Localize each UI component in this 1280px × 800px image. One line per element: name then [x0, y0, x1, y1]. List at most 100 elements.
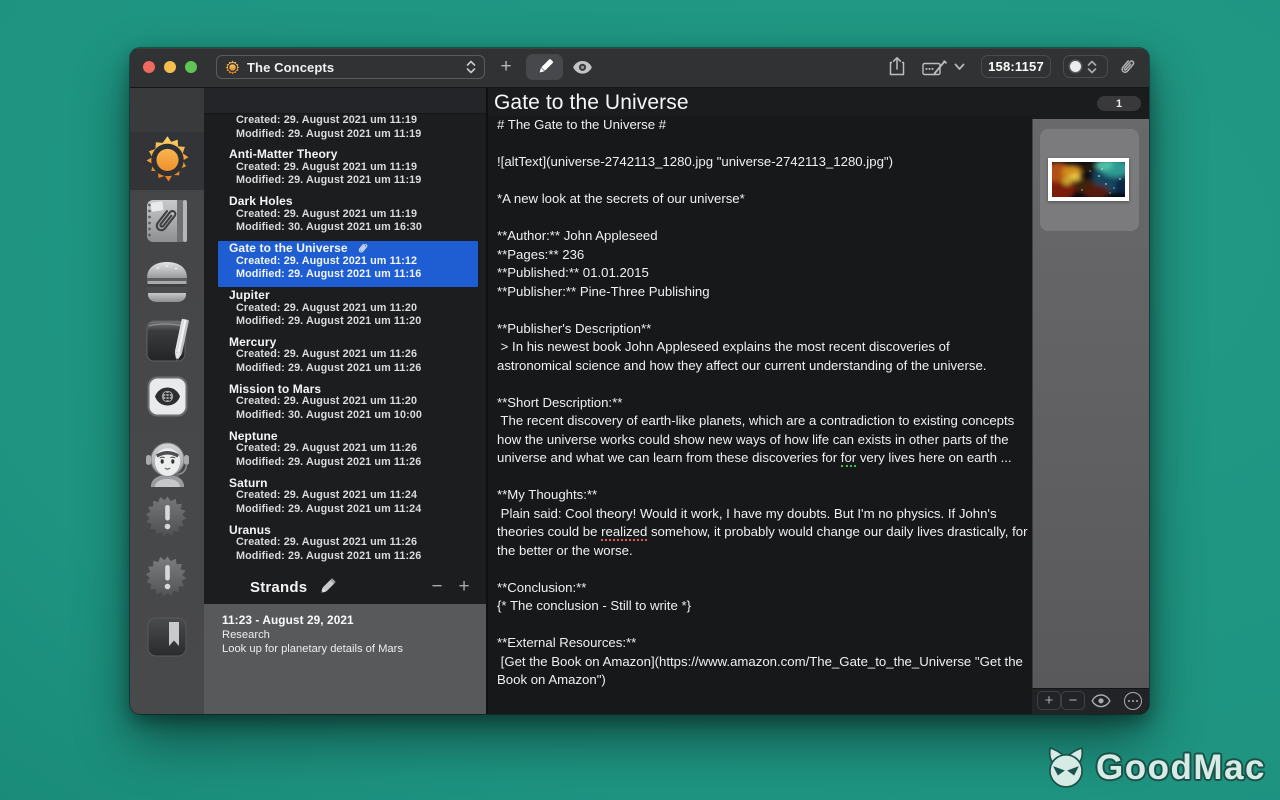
- notebook-pencil-icon: [145, 318, 190, 363]
- attachment-thumbnail[interactable]: [1040, 129, 1139, 231]
- sheet-modified: Modified: 29. August 2021 um 11:26: [236, 456, 486, 470]
- eye-square-icon: [147, 376, 188, 417]
- editor-line: [497, 616, 1028, 635]
- sheet-item[interactable]: JupiterCreated: 29. August 2021 um 11:20…: [204, 287, 486, 334]
- sheet-modified: Modified: 29. August 2021 um 11:26: [236, 362, 486, 376]
- editor-line: **Pages:** 236: [497, 246, 1028, 265]
- sidebar-item-astronaut[interactable]: [130, 441, 204, 488]
- remove-attachment-button[interactable]: −: [1061, 691, 1085, 710]
- sheet-created: Created: 29. August 2021 um 11:26: [236, 348, 486, 362]
- sheet-item[interactable]: Gate to the UniverseCreated: 29. August …: [204, 240, 486, 287]
- editor-pane[interactable]: Gate to the Universe # The Gate to the U…: [488, 88, 1032, 714]
- sheet-item[interactable]: UranusCreated: 29. August 2021 um 11:26M…: [204, 521, 486, 568]
- editor-sheet-title: Gate to the Universe: [494, 89, 689, 116]
- sheet-created: Created: 29. August 2021 um 11:20: [236, 302, 486, 316]
- editor-line: **Short Description:**: [497, 394, 1028, 413]
- editor-line: [497, 209, 1028, 228]
- strand-note[interactable]: 11:23 - August 29, 2021 Research Look up…: [204, 604, 486, 714]
- sheet-item[interactable]: Mission to MarsCreated: 29. August 2021 …: [204, 380, 486, 427]
- sheet-modified: Modified: 29. August 2021 um 11:16: [236, 268, 486, 282]
- sheet-title: Gate to the Universe: [229, 240, 486, 255]
- hamburger-icon: [143, 259, 191, 303]
- sidebar-item-concepts[interactable]: [130, 134, 204, 187]
- sheet-title: Mission to Mars: [229, 380, 486, 395]
- add-strand-button[interactable]: +: [455, 576, 473, 598]
- sheet-list: Created: 29. August 2021 um 11:19Modifie…: [204, 114, 486, 570]
- sun-icon: [141, 134, 194, 187]
- sidebar-item-hamburger[interactable]: [130, 259, 204, 303]
- editor-line: astronomical science and how they affect…: [497, 357, 1028, 376]
- zoom-button[interactable]: [185, 61, 197, 73]
- sheet-item[interactable]: Dark HolesCreated: 29. August 2021 um 11…: [204, 193, 486, 240]
- goodmac-watermark: GoodMac: [1044, 746, 1266, 790]
- goal-dropdown[interactable]: [1063, 55, 1108, 78]
- editor-line: **Publisher's Description**: [497, 320, 1028, 339]
- goal-circle-icon: [1070, 61, 1081, 72]
- sheet-modified: Modified: 30. August 2021 um 16:30: [236, 221, 486, 235]
- sheet-item[interactable]: MercuryCreated: 29. August 2021 um 11:26…: [204, 333, 486, 380]
- share-button[interactable]: [885, 54, 909, 79]
- strands-label: Strands: [250, 579, 307, 596]
- attachments-footer: + −: [1032, 688, 1149, 714]
- sidebar-item-alert-1[interactable]: [130, 495, 204, 540]
- chevron-down-icon: [954, 63, 965, 71]
- sheet-modified: Modified: 29. August 2021 um 11:20: [236, 315, 486, 329]
- sidebar-item-alert-2[interactable]: [130, 555, 204, 600]
- editor-line: [497, 468, 1028, 487]
- edit-mode-button[interactable]: [526, 54, 563, 80]
- attachments-area: [1032, 119, 1149, 688]
- sheet-modified: Modified: 29. August 2021 um 11:24: [236, 503, 486, 517]
- remove-strand-button[interactable]: −: [428, 576, 446, 598]
- paperclip-icon: [1118, 57, 1136, 77]
- editor-line: **Published:** 01.01.2015: [497, 264, 1028, 283]
- sheet-modified: Modified: 29. August 2021 um 11:26: [236, 550, 486, 564]
- nebula-image: [1052, 162, 1125, 197]
- sidebar-item-journal[interactable]: [130, 318, 204, 363]
- sheet-item[interactable]: Anti-Matter TheoryCreated: 29. August 20…: [204, 146, 486, 193]
- more-options-button[interactable]: [1124, 692, 1142, 710]
- sheet-title: Neptune: [229, 427, 486, 442]
- sheet-created: Created: 29. August 2021 um 11:26: [236, 442, 486, 456]
- sun-icon: [225, 60, 240, 75]
- sheet-item[interactable]: NeptuneCreated: 29. August 2021 um 11:26…: [204, 427, 486, 474]
- editor-line: **Author:** John Appleseed: [497, 227, 1028, 246]
- titlebar: The Concepts +: [130, 48, 1149, 88]
- sidebar-item-notebook[interactable]: [130, 199, 204, 243]
- astronaut-icon: [144, 441, 191, 488]
- library-selector[interactable]: The Concepts: [216, 55, 485, 79]
- editor-text[interactable]: # The Gate to the Universe #![altText](u…: [497, 116, 1028, 714]
- sheet-created: Created: 29. August 2021 um 11:12: [236, 255, 486, 269]
- preview-button[interactable]: [570, 55, 594, 79]
- sidebar-item-bookmark[interactable]: [130, 616, 204, 658]
- preview-attachment-button[interactable]: [1090, 691, 1112, 710]
- editor-line: [497, 560, 1028, 579]
- markup-button[interactable]: [920, 55, 950, 79]
- editor-line: how the universe works could show new wa…: [497, 431, 1028, 450]
- plus-icon: +: [500, 56, 511, 78]
- sheet-title: Saturn: [229, 474, 486, 489]
- attachments-toggle-button[interactable]: [1115, 55, 1139, 79]
- burst-exclamation-icon: [145, 555, 190, 600]
- notebook-paperclip-icon: [144, 199, 190, 243]
- add-attachment-button[interactable]: +: [1037, 691, 1061, 710]
- editor-line: **My Thoughts:**: [497, 486, 1028, 505]
- editor-line: *A new look at the secrets of our univer…: [497, 190, 1028, 209]
- sheet-modified: Modified: 29. August 2021 um 11:19: [236, 174, 486, 188]
- editor-line: [497, 375, 1028, 394]
- markup-dropdown-chevron[interactable]: [952, 57, 966, 77]
- sheet-item[interactable]: SaturnCreated: 29. August 2021 um 11:24M…: [204, 474, 486, 521]
- sheet-item[interactable]: Created: 29. August 2021 um 11:19Modifie…: [204, 114, 486, 146]
- close-button[interactable]: [143, 61, 155, 73]
- sheet-created: Created: 29. August 2021 um 11:24: [236, 489, 486, 503]
- word-count-badge[interactable]: 158:1157: [981, 55, 1051, 78]
- editor-line: Plain said: Cool theory! Would it work, …: [497, 505, 1028, 524]
- editor-line: # The Gate to the Universe #: [497, 116, 1028, 135]
- burst-exclamation-icon: [145, 495, 190, 540]
- editor-line: **External Resources:**: [497, 634, 1028, 653]
- sidebar-item-eye[interactable]: [130, 376, 204, 417]
- share-icon: [889, 56, 905, 77]
- pencil-icon: [316, 576, 338, 598]
- minimize-button[interactable]: [164, 61, 176, 73]
- sheet-title: Uranus: [229, 521, 486, 536]
- new-sheet-button[interactable]: +: [495, 55, 517, 79]
